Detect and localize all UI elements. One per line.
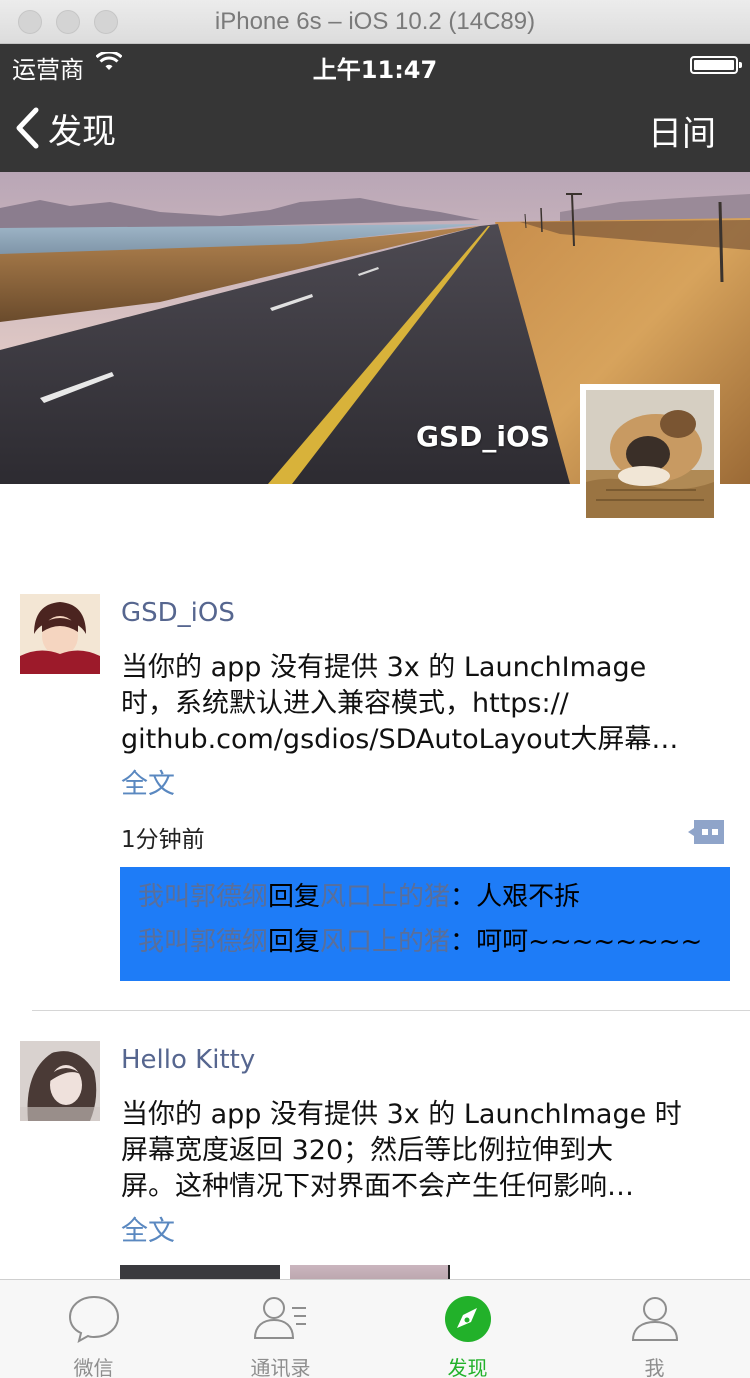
tab-label: 我 [644,1356,665,1378]
back-button-label: 发现 [48,111,116,152]
user-avatar[interactable] [20,594,100,674]
window-title: iPhone 6s – iOS 10.2 (14C89) [214,8,536,35]
comment-verb: 回复 [268,927,321,957]
tab-bar: 微信 通讯录 发现 我 [0,1279,750,1378]
comment-item[interactable]: 我叫郭德纲回复风口上的猪：呵呵~~~~~~~~ [138,920,712,965]
comments-panel: 我叫郭德纲回复风口上的猪：人艰不拆 我叫郭德纲回复风口上的猪：呵呵~~~~~~~… [120,867,730,981]
post-content: 当你的 app 没有提供 3x 的 LaunchImage 时，系统默认进入兼容… [121,650,711,758]
tab-wechat[interactable]: 微信 [0,1280,187,1378]
full-text-link[interactable]: 全文 [121,1209,175,1248]
comment-text: 呵呵~~~~~~~~ [476,927,703,957]
window-titlebar: iPhone 6s – iOS 10.2 (14C89) [0,0,750,44]
tab-me[interactable]: 我 [561,1280,748,1378]
tab-label: 发现 [447,1356,488,1378]
comment-to[interactable]: 风口上的猪 [320,927,450,957]
post-content-line: 屏幕宽度返回 320；然后等比例拉伸到大 [121,1135,614,1166]
battery-icon [690,56,742,74]
person-icon [631,1297,678,1341]
post-content-line: 时，系统默认进入兼容模式，https:// [121,688,569,719]
tab-contacts[interactable]: 通讯录 [187,1280,374,1378]
comment-from[interactable]: 我叫郭德纲 [138,927,268,957]
comment-separator: ： [450,927,477,957]
comment-menu-button[interactable] [686,818,726,846]
contacts-icon [253,1297,306,1339]
post-author[interactable]: GSD_iOS [121,598,235,628]
post-content: 当你的 app 没有提供 3x 的 LaunchImage 时 屏幕宽度返回 3… [121,1097,721,1205]
post-content-line: 当你的 app 没有提供 3x 的 LaunchImage [121,652,647,683]
comment-item[interactable]: 我叫郭德纲回复风口上的猪：人艰不拆 [138,875,712,920]
back-button[interactable]: 发现 [14,106,116,152]
tab-label: 通讯录 [250,1356,311,1378]
comment-from[interactable]: 我叫郭德纲 [138,882,268,912]
chevron-left-icon [16,107,39,149]
profile-name[interactable]: GSD_iOS [416,420,550,453]
post-content-line: github.com/gsdios/SDAutoLayout大屏幕… [121,724,679,755]
status-time: 上午11:47 [312,56,438,84]
comment-to[interactable]: 风口上的猪 [320,882,450,912]
simulator-window: iPhone 6s – iOS 10.2 (14C89) 运营商 上午11:47… [0,0,750,1378]
post-divider [32,1010,750,1011]
comment-verb: 回复 [268,882,321,912]
comment-text: 人艰不拆 [476,882,581,912]
chat-bubble-icon [68,1295,119,1343]
comment-separator: ： [450,882,477,912]
comment-operation-icon [688,820,724,844]
tab-label: 微信 [73,1356,114,1378]
post-content-line: 当你的 app 没有提供 3x 的 LaunchImage 时 [121,1099,682,1130]
profile-avatar[interactable] [580,384,720,522]
navigation-bar: 发现 日间 [0,84,750,172]
user-avatar[interactable] [20,1041,100,1121]
day-mode-button[interactable]: 日间 [648,106,716,155]
compass-icon [444,1296,491,1342]
tab-discover[interactable]: 发现 [374,1280,561,1378]
puppy-avatar-image [586,390,714,518]
post-content-line: 屏。这种情况下对界面不会产生任何影响… [121,1171,634,1202]
full-text-link[interactable]: 全文 [121,762,175,801]
post-time: 1分钟前 [121,827,205,853]
post-author[interactable]: Hello Kitty [121,1045,255,1075]
status-bar: 运营商 上午11:47 [0,44,750,84]
